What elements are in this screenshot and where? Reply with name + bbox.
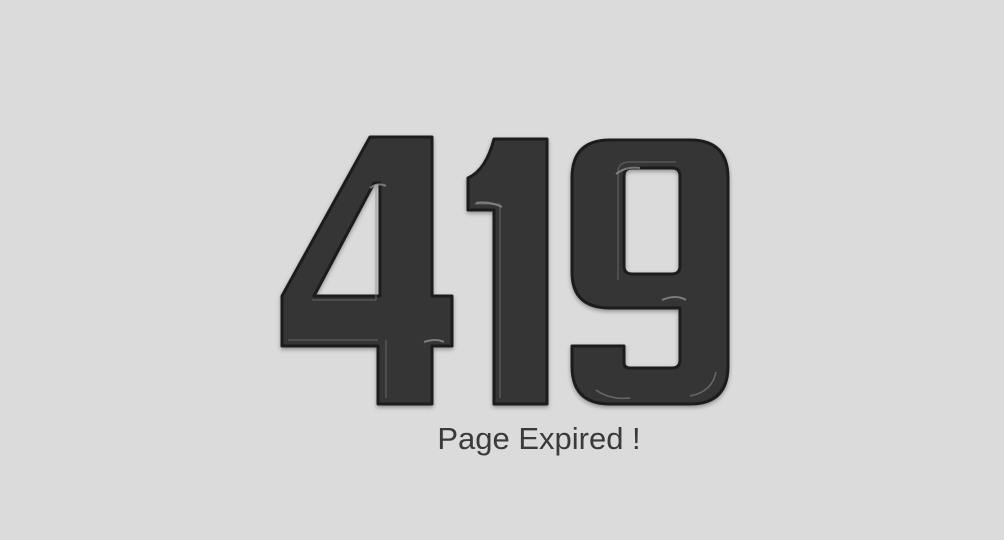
digit-one: [466, 137, 549, 406]
error-code-graphic: 419: [280, 135, 730, 406]
error-message: Page Expired !: [437, 421, 641, 456]
digit-four: [280, 135, 454, 406]
digit-nine: [570, 138, 730, 406]
error-page: 419 Page Expired !: [0, 0, 1004, 540]
